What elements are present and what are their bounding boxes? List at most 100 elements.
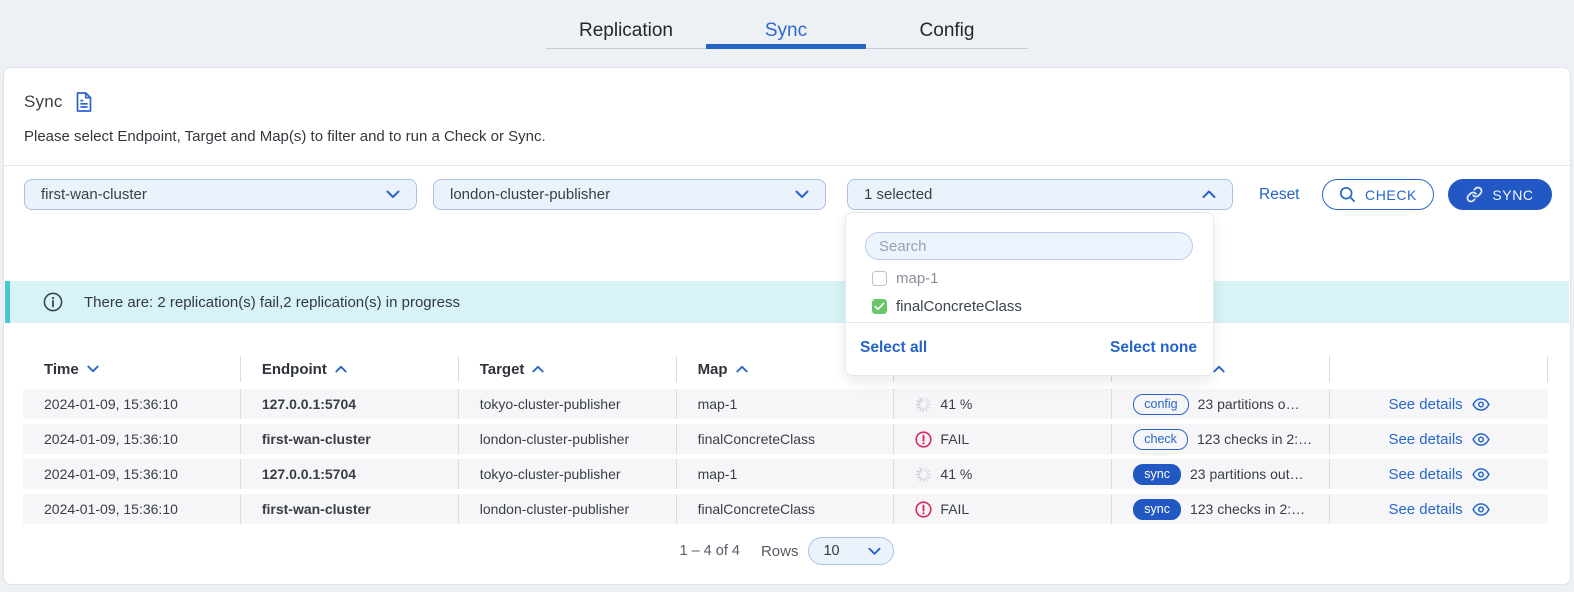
cell-action: See details xyxy=(1330,424,1548,454)
cell-event: sync23 partitions out… xyxy=(1112,459,1330,489)
see-details-label: See details xyxy=(1388,501,1462,518)
cell-action: See details xyxy=(1330,389,1548,419)
sort-asc-icon xyxy=(736,365,748,373)
tab-config[interactable]: Config xyxy=(867,0,1027,49)
chevron-down-icon xyxy=(795,190,809,199)
sync-table: TimeEndpointTargetMap 2024-01-09, 15:36:… xyxy=(23,356,1548,529)
cell-endpoint: first-wan-cluster xyxy=(241,494,459,524)
select-all-link[interactable]: Select all xyxy=(860,339,927,357)
cell-time: 2024-01-09, 15:36:10 xyxy=(23,494,241,524)
tab-replication[interactable]: Replication xyxy=(546,0,706,49)
maps-search-input[interactable] xyxy=(865,232,1193,260)
page-subtitle: Please select Endpoint, Target and Map(s… xyxy=(24,128,546,145)
cell-map: map-1 xyxy=(677,389,895,419)
table-row: 2024-01-09, 15:36:10 127.0.0.1:5704 tokyo-… xyxy=(23,459,1548,489)
cell-action: See details xyxy=(1330,494,1548,524)
maps-dropdown-panel: map-1 finalConcreteClass Select all Sele… xyxy=(845,212,1214,376)
tab-sync-label: Sync xyxy=(765,20,807,42)
column-header-target[interactable]: Target xyxy=(459,356,677,382)
cell-map: map-1 xyxy=(677,459,895,489)
time-value: 2024-01-09, 15:36:10 xyxy=(44,466,178,482)
cell-event: config23 partitions o… xyxy=(1112,389,1330,419)
see-details-link[interactable]: See details xyxy=(1388,431,1489,448)
eye-icon xyxy=(1472,398,1490,411)
target-value: tokyo-cluster-publisher xyxy=(480,396,621,412)
tab-replication-label: Replication xyxy=(579,20,673,42)
cell-target: london-cluster-publisher xyxy=(459,424,677,454)
select-none-link[interactable]: Select none xyxy=(1110,339,1197,357)
eye-icon xyxy=(1472,503,1490,516)
cell-status: 41 % xyxy=(894,389,1112,419)
chevron-down-icon xyxy=(386,190,400,199)
endpoint-value: 127.0.0.1:5704 xyxy=(262,396,356,412)
time-value: 2024-01-09, 15:36:10 xyxy=(44,501,178,517)
endpoint-value: first-wan-cluster xyxy=(262,501,371,517)
target-value: tokyo-cluster-publisher xyxy=(480,466,621,482)
map-value: map-1 xyxy=(698,396,738,412)
map-option-label: finalConcreteClass xyxy=(896,298,1022,315)
maps-select[interactable]: 1 selected xyxy=(847,179,1233,210)
endpoint-value: 127.0.0.1:5704 xyxy=(262,466,356,482)
sync-card: Sync Please select Endpoint, Target and … xyxy=(3,67,1571,585)
column-header-6 xyxy=(1330,356,1548,382)
tab-sync[interactable]: Sync xyxy=(706,0,866,49)
sort-asc-icon xyxy=(1213,365,1225,373)
check-button[interactable]: CHECK xyxy=(1322,179,1434,210)
endpoint-select[interactable]: first-wan-cluster xyxy=(24,179,417,210)
cell-time: 2024-01-09, 15:36:10 xyxy=(23,459,241,489)
alert-text: There are: 2 replication(s) fail,2 repli… xyxy=(84,294,460,311)
cell-map: finalConcreteClass xyxy=(677,424,895,454)
sort-desc-icon xyxy=(87,365,99,373)
cell-status: 41 % xyxy=(894,459,1112,489)
info-icon xyxy=(43,292,63,312)
event-text: 123 checks in 2:… xyxy=(1190,501,1305,517)
checkbox-checked[interactable] xyxy=(872,299,887,314)
tabs-bar: Replication Sync Config xyxy=(546,0,1028,49)
cell-action: See details xyxy=(1330,459,1548,489)
rows-per-page-value: 10 xyxy=(823,543,868,559)
cell-event: check123 checks in 2:… xyxy=(1112,424,1330,454)
see-details-label: See details xyxy=(1388,431,1462,448)
time-value: 2024-01-09, 15:36:10 xyxy=(44,396,178,412)
endpoint-value: first-wan-cluster xyxy=(262,431,371,447)
maps-select-value: 1 selected xyxy=(864,186,1202,203)
checkbox-unchecked[interactable] xyxy=(872,271,887,286)
document-icon[interactable] xyxy=(76,92,92,112)
table-row: 2024-01-09, 15:36:10 127.0.0.1:5704 tokyo-… xyxy=(23,389,1548,419)
see-details-link[interactable]: See details xyxy=(1388,466,1489,483)
reset-button[interactable]: Reset xyxy=(1259,179,1300,210)
rows-per-page-select[interactable]: 10 xyxy=(808,537,894,565)
target-value: london-cluster-publisher xyxy=(480,501,629,517)
cell-target: tokyo-cluster-publisher xyxy=(459,389,677,419)
pagination-range: 1 – 4 of 4 xyxy=(680,543,740,559)
status-text: 41 % xyxy=(940,396,972,412)
page-title: Sync xyxy=(24,92,63,112)
chevron-down-icon xyxy=(868,547,881,556)
cell-endpoint: first-wan-cluster xyxy=(241,424,459,454)
map-value: map-1 xyxy=(698,466,738,482)
map-option-map-1[interactable]: map-1 xyxy=(872,264,939,292)
column-label: Time xyxy=(44,361,79,378)
cell-target: london-cluster-publisher xyxy=(459,494,677,524)
search-icon xyxy=(1339,186,1356,203)
see-details-link[interactable]: See details xyxy=(1388,396,1489,413)
tab-config-label: Config xyxy=(920,20,975,42)
column-label: Endpoint xyxy=(262,361,327,378)
fail-icon xyxy=(915,501,932,518)
map-option-finalconcreteclass[interactable]: finalConcreteClass xyxy=(872,292,1022,320)
target-select[interactable]: london-cluster-publisher xyxy=(433,179,826,210)
endpoint-select-value: first-wan-cluster xyxy=(41,186,386,203)
event-type-badge: sync xyxy=(1133,499,1181,520)
target-select-value: london-cluster-publisher xyxy=(450,186,795,203)
column-header-time[interactable]: Time xyxy=(23,356,241,382)
see-details-link[interactable]: See details xyxy=(1388,501,1489,518)
cell-endpoint: 127.0.0.1:5704 xyxy=(241,459,459,489)
link-icon xyxy=(1466,186,1483,203)
event-text: 23 partitions o… xyxy=(1198,396,1300,412)
sync-button[interactable]: SYNC xyxy=(1448,179,1552,210)
cell-event: sync 123 checks in 2:… xyxy=(1112,494,1330,524)
status-text: FAIL xyxy=(940,431,969,447)
table-row: 2024-01-09, 15:36:10 first-wan-cluster lon… xyxy=(23,494,1548,524)
column-header-endpoint[interactable]: Endpoint xyxy=(241,356,459,382)
fail-icon xyxy=(915,431,932,448)
